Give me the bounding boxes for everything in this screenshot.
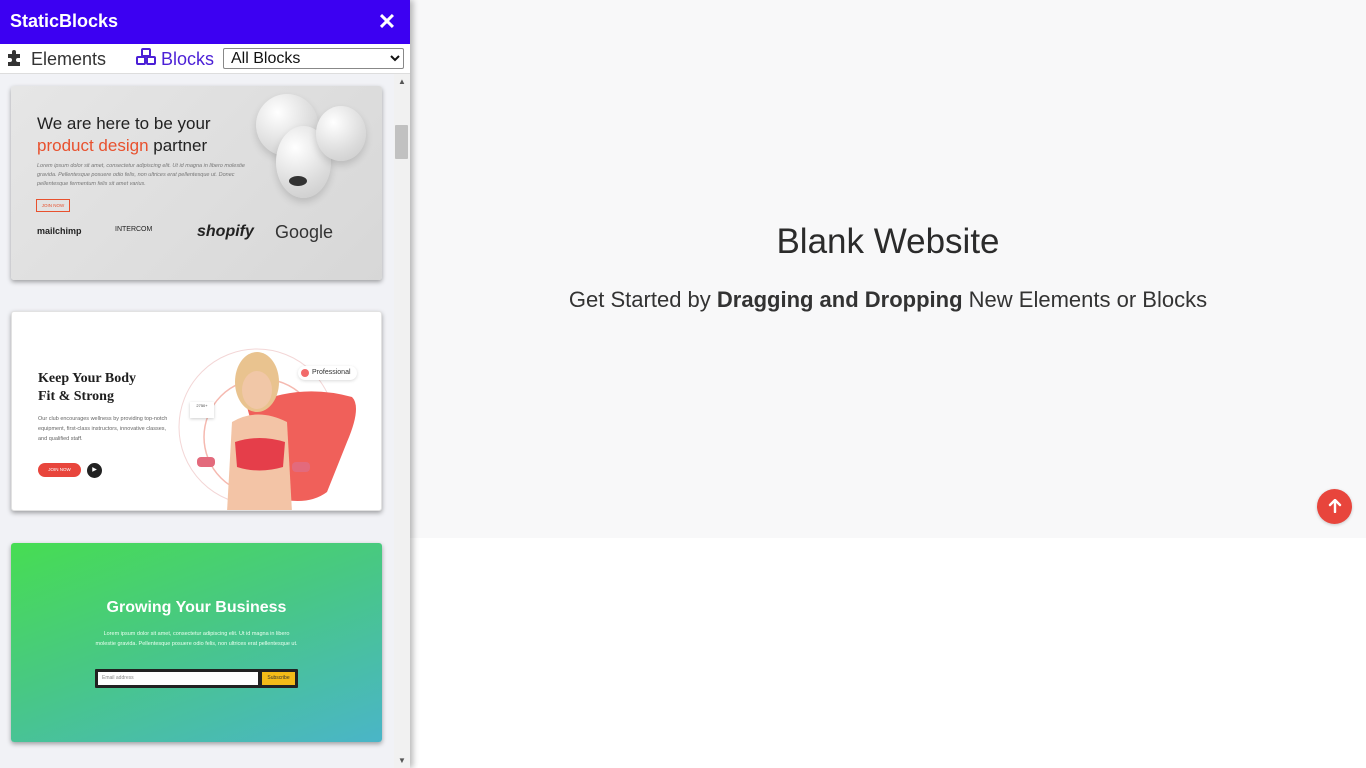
card-headline: Growing Your Business	[106, 599, 287, 616]
block-category-select[interactable]: All Blocks	[223, 48, 404, 69]
card-headline: Keep Your Body Fit & Strong	[38, 370, 136, 406]
earbud-image-back	[316, 106, 366, 161]
card-join-button: JOIN NOW	[38, 463, 81, 477]
card-headline-line2: Fit & Strong	[38, 389, 114, 404]
sidebar-title: StaticBlocks	[10, 11, 119, 31]
headline-accent: product design	[37, 136, 149, 155]
arrow-up-icon	[1328, 498, 1341, 514]
sidebar-scrollbar[interactable]	[394, 74, 410, 768]
headline-rest: partner	[148, 136, 208, 155]
puzzle-icon	[6, 48, 26, 71]
card-headline-line1: Keep Your Body	[38, 371, 137, 386]
shopify-logo: shopify	[197, 223, 254, 240]
play-icon: ▶	[87, 463, 102, 478]
earbud-speaker	[289, 176, 307, 186]
subscribe-form: Email address Subscribe	[95, 669, 298, 688]
card-headline-line1: We are here to be your	[37, 114, 211, 133]
tab-blocks[interactable]: Blocks	[136, 47, 214, 71]
block-card-newsletter[interactable]: Growing Your Business Lorem ipsum dolor …	[11, 543, 382, 742]
card-headline-line2: product design partner	[37, 135, 211, 157]
stat-card: 2750+	[190, 402, 214, 418]
scroll-to-top-button[interactable]	[1317, 489, 1352, 524]
scroll-up-arrow-icon[interactable]: ▲	[394, 77, 410, 89]
card-body-text: Our club encourages wellness by providin…	[38, 416, 168, 442]
close-icon[interactable]: ✕	[376, 10, 398, 34]
card-body-text: Lorem ipsum dolor sit amet, consectetur …	[37, 163, 245, 187]
editor-canvas[interactable]: Blank Website Get Started by Dragging an…	[410, 0, 1366, 768]
card-join-button: JOIN NOW	[36, 199, 70, 212]
subtitle-prefix: Get Started by	[568, 287, 717, 312]
google-logo: Google	[275, 222, 334, 242]
blocks-sidebar: StaticBlocks ✕ Elements Blocks All Block…	[0, 0, 410, 768]
mailchimp-logo: mailchimp	[37, 226, 82, 236]
block-card-product-design[interactable]: We are here to be your product design pa…	[11, 86, 382, 280]
subtitle-suffix: New Elements or Blocks	[962, 287, 1208, 312]
page-title: Blank Website	[776, 222, 1000, 261]
email-field: Email address	[98, 672, 258, 685]
tab-elements[interactable]: Elements	[6, 47, 106, 71]
blank-website-hero: Blank Website Get Started by Dragging an…	[410, 0, 1366, 538]
stat-value: 2750+	[196, 403, 208, 408]
professional-badge: Professional	[298, 366, 357, 380]
block-card-fitness[interactable]: Professional 2750+ Keep Your Body Fit & …	[11, 311, 382, 511]
card-body-text: Lorem ipsum dolor sit amet, consectetur …	[95, 631, 298, 647]
tab-blocks-label: Blocks	[161, 48, 215, 69]
scrollbar-thumb[interactable]	[395, 125, 408, 159]
card-headline: We are here to be your product design pa…	[37, 113, 211, 157]
subtitle-bold: Dragging and Dropping	[716, 287, 963, 312]
intercom-logo: INTERCOM	[115, 226, 153, 233]
subscribe-button: Subscribe	[262, 672, 295, 685]
scroll-down-arrow-icon[interactable]: ▼	[394, 756, 410, 768]
cubes-icon	[136, 47, 156, 71]
sidebar-header: StaticBlocks ✕	[0, 0, 410, 44]
page-subtitle: Get Started by Dragging and Dropping New…	[410, 287, 1366, 313]
tab-elements-label: Elements	[31, 48, 107, 69]
